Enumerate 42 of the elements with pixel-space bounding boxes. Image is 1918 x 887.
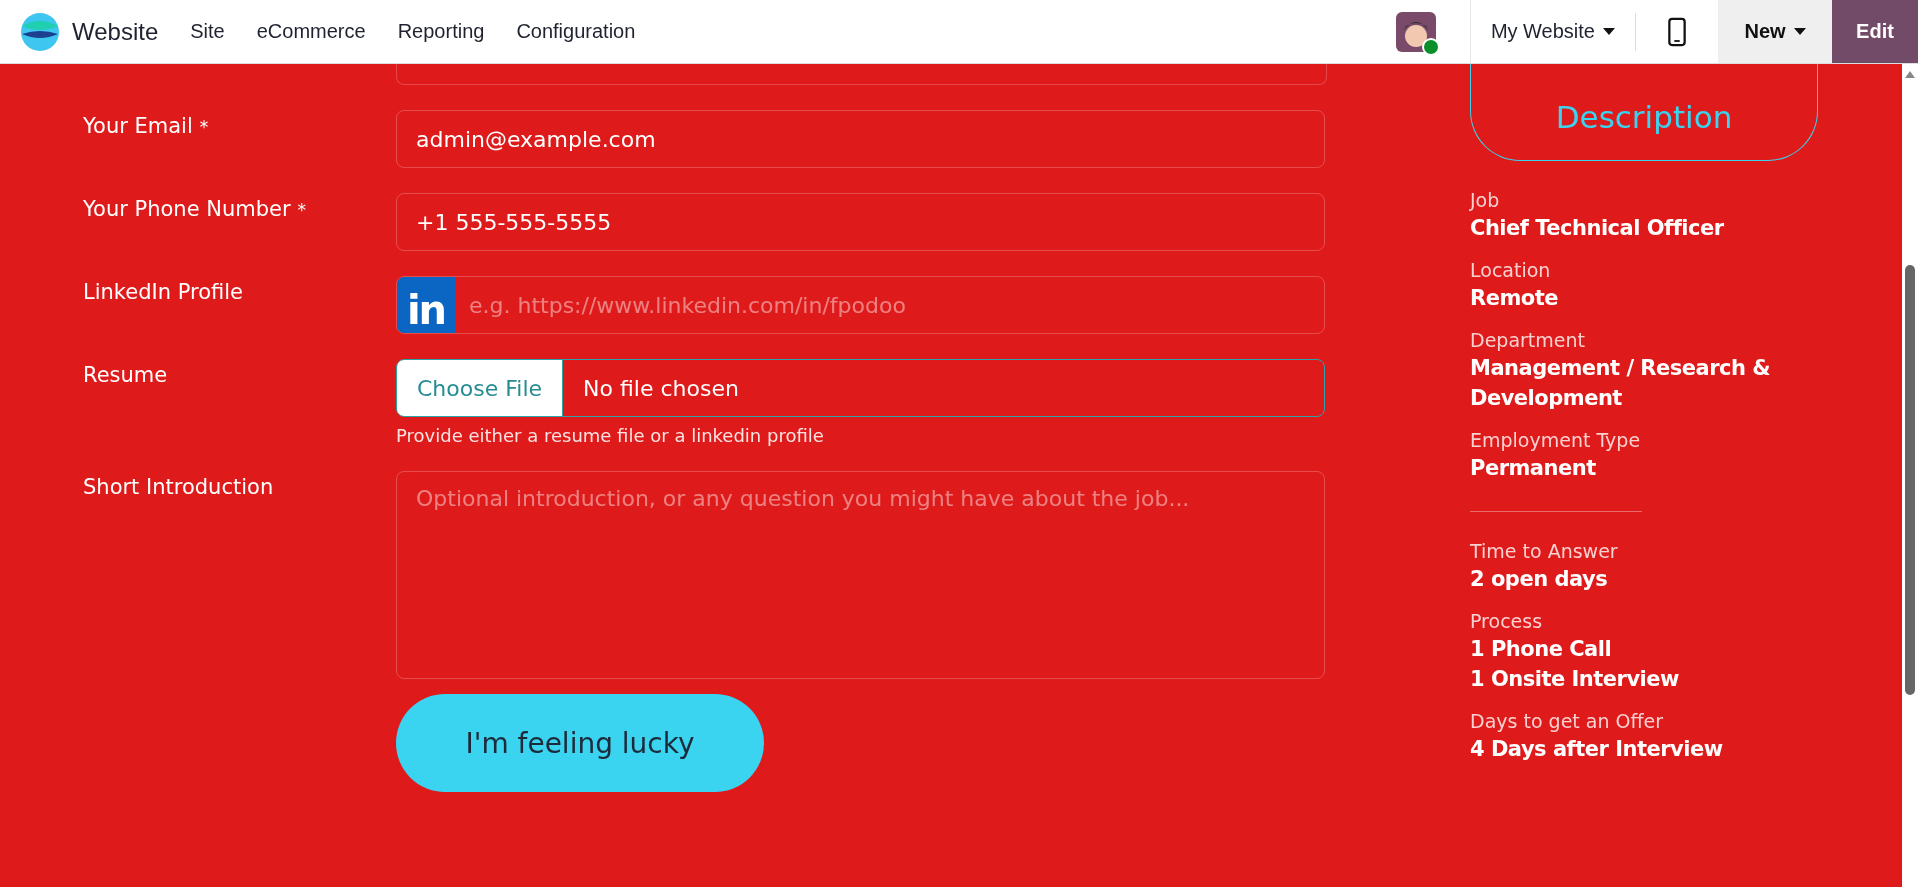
new-button[interactable]: New [1718, 0, 1832, 63]
linkedin-url-field[interactable]: in e.g. https://www.linkedin.com/in/fpodoo [396, 276, 1325, 334]
website-logo-icon [20, 11, 60, 52]
detail-label: Process [1470, 609, 1544, 634]
submit-button[interactable]: I'm feeling lucky [396, 694, 764, 792]
detail-label: Employment Type [1470, 428, 1642, 453]
menu-item[interactable]: Configuration [500, 20, 652, 43]
field-label: Short Introduction [83, 474, 275, 501]
detail-value: 4 Days after Interview [1470, 736, 1724, 763]
detail-label: Days to get an Offer [1470, 709, 1665, 734]
detail-value: 1 Onsite Interview [1470, 666, 1680, 693]
field-label: Resume [83, 362, 169, 389]
user-avatar-icon[interactable] [1395, 11, 1436, 52]
caret-icon [1793, 28, 1806, 35]
linkedin-logo-icon: in [397, 277, 455, 333]
detail-value: Management / Research & Development [1470, 355, 1772, 412]
file-input[interactable]: Choose File No file chosen [396, 359, 1325, 417]
input-field[interactable]: admin@example.com [396, 110, 1325, 168]
field-label: LinkedIn Profile [83, 279, 244, 306]
detail-value: Permanent [1470, 455, 1597, 482]
input-field[interactable]: +1 555-555-5555 [396, 193, 1325, 251]
app-name[interactable]: Website [72, 17, 159, 46]
mobile-phone-icon [1668, 16, 1686, 47]
field-label: Your Phone Number * [83, 196, 308, 223]
detail-label: Time to Answer [1470, 539, 1619, 564]
field-label: Your Email * [83, 113, 210, 140]
scrollbar[interactable] [1902, 63, 1918, 887]
detail-label: Department [1470, 328, 1586, 353]
detail-value: 1 Phone Call [1470, 636, 1613, 663]
menu-item[interactable]: eCommerce [240, 20, 382, 43]
scrollbar-thumb[interactable] [1905, 265, 1915, 695]
menu-item[interactable]: Reporting [381, 20, 501, 43]
menu-item[interactable]: Site [174, 20, 241, 43]
detail-label: Job [1470, 188, 1501, 213]
detail-label: Location [1470, 258, 1552, 283]
field-hint: Provide either a resume file or a linkedin profile [396, 425, 825, 446]
detail-value: Remote [1470, 285, 1559, 312]
detail-value: 2 open days [1470, 566, 1609, 593]
detail-value: Chief Technical Officer [1470, 215, 1725, 242]
edit-button[interactable]: Edit [1832, 0, 1918, 63]
scroll-up-icon[interactable] [1905, 71, 1915, 78]
caret-icon [1603, 28, 1615, 35]
